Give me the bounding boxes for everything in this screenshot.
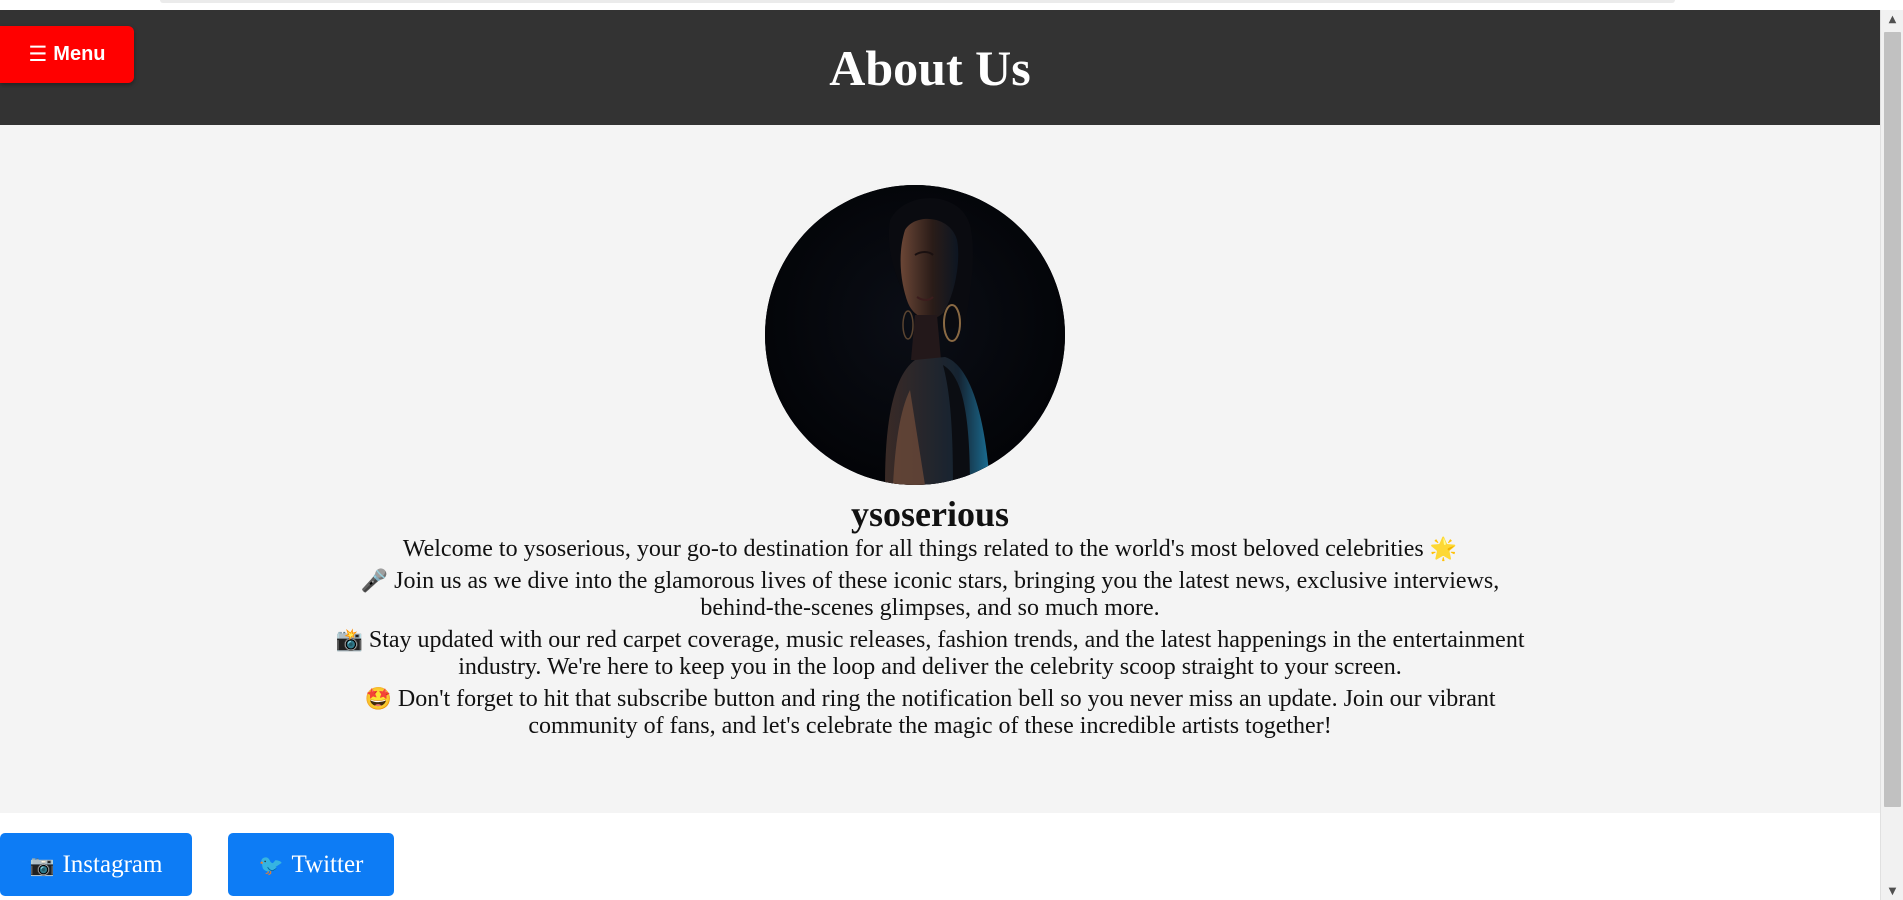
vertical-scrollbar[interactable]: ▲ ▼ [1880,10,1903,900]
about-section: ysoserious Welcome to ysoserious, your g… [0,125,1880,813]
social-links: 📷 Instagram 🐦 Twitter [0,833,1880,900]
star-struck-face-icon: 🤩 [364,687,392,712]
microphone-icon: 🎤 [360,569,389,594]
scroll-thumb[interactable] [1884,32,1901,807]
scroll-down-icon[interactable]: ▼ [1881,882,1903,900]
bird-icon: 🐦 [258,852,284,877]
camera-icon: 📷 [29,852,55,877]
menu-button-label: Menu [53,43,106,65]
menu-button[interactable]: ☰ Menu [0,26,134,83]
bio-text: Don't forget to hit that subscribe butto… [397,686,1496,739]
camera-flash-icon: 📸 [335,628,363,653]
profile-name: ysoserious [850,494,1009,534]
bio-paragraph: Welcome to ysoserious, your go-to destin… [330,536,1530,563]
page-content: About Us ☰ Menu ysoserious Welcome to ys… [0,10,1880,900]
star-icon: 🌟 [1429,537,1458,562]
twitter-button[interactable]: 🐦 Twitter [228,833,394,896]
twitter-label: Twitter [291,850,364,878]
avatar [765,185,1065,485]
bio-paragraph: 🎤 Join us as we dive into the glamorous … [330,568,1530,622]
bio-text: Welcome to ysoserious, your go-to destin… [402,536,1424,562]
instagram-button[interactable]: 📷 Instagram [0,833,192,896]
bio: Welcome to ysoserious, your go-to destin… [330,536,1530,745]
page-header: About Us ☰ Menu [0,10,1880,125]
bio-text: Stay updated with our red carpet coverag… [368,627,1525,680]
bio-paragraph: 📸 Stay updated with our red carpet cover… [330,627,1530,681]
bio-text: Join us as we dive into the glamorous li… [394,568,1500,621]
hamburger-icon: ☰ [28,43,48,66]
portrait-photo-icon [765,185,1065,485]
address-bar-edge [160,0,1675,3]
scroll-up-icon[interactable]: ▲ [1881,10,1903,28]
bio-paragraph: 🤩 Don't forget to hit that subscribe but… [330,686,1530,740]
browser-viewport: About Us ☰ Menu ysoserious Welcome to ys… [0,0,1903,900]
instagram-label: Instagram [62,850,163,878]
page-title: About Us [829,39,1031,96]
